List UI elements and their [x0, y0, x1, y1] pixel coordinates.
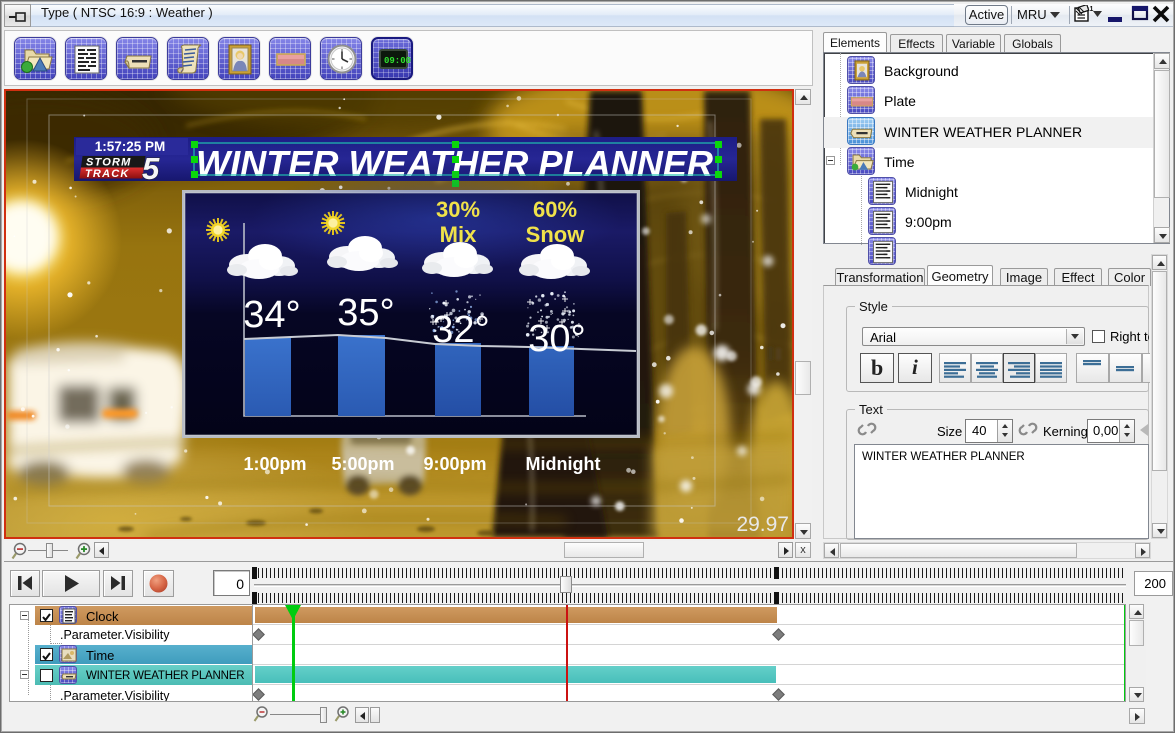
- svg-text:9:00pm: 9:00pm: [423, 454, 486, 474]
- svg-text:TRACK: TRACK: [85, 168, 130, 180]
- svg-text:29.97: 29.97: [736, 513, 789, 536]
- svg-text:1:00pm: 1:00pm: [243, 454, 306, 474]
- svg-text:35°: 35°: [337, 292, 394, 334]
- svg-text:Snow: Snow: [526, 222, 586, 247]
- svg-text:5: 5: [142, 151, 160, 186]
- svg-text:STORM: STORM: [86, 157, 132, 169]
- svg-text:34°: 34°: [243, 294, 300, 336]
- svg-text:30°: 30°: [528, 318, 585, 360]
- svg-text:5:00pm: 5:00pm: [331, 454, 394, 474]
- svg-text:30%: 30%: [436, 197, 480, 222]
- svg-text:1: 1: [1090, 6, 1094, 13]
- svg-text:32°: 32°: [432, 309, 489, 351]
- svg-text:60%: 60%: [533, 197, 577, 222]
- svg-text:09:00: 09:00: [384, 56, 411, 66]
- svg-text:Midnight: Midnight: [526, 454, 601, 474]
